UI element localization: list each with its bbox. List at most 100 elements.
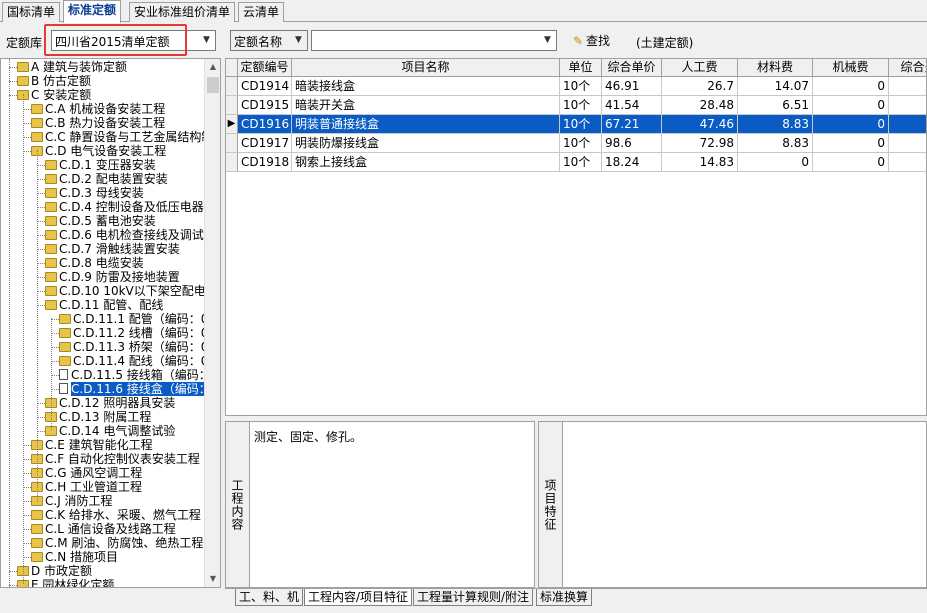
column-header[interactable]: 机械费 bbox=[813, 59, 889, 77]
search-button[interactable]: ✎ 查找 bbox=[570, 32, 610, 50]
table-cell[interactable]: 67.21 bbox=[602, 115, 662, 134]
column-header[interactable]: 综合单价 bbox=[602, 59, 662, 77]
tree-item[interactable]: D 市政定额 bbox=[17, 564, 92, 578]
tree-item[interactable]: C.L 通信设备及线路工程 bbox=[31, 522, 176, 536]
table-cell[interactable]: 0 bbox=[738, 153, 813, 172]
scroll-thumb[interactable] bbox=[207, 77, 219, 93]
row-header[interactable] bbox=[226, 77, 238, 96]
tree-item[interactable]: C.G 通风空调工程 bbox=[31, 466, 142, 480]
library-select[interactable]: 四川省2015清单定额 ▼ bbox=[51, 30, 216, 51]
table-cell[interactable]: 6.51 bbox=[738, 96, 813, 115]
table-cell[interactable]: 10个 bbox=[560, 77, 602, 96]
table-cell[interactable]: 10个 bbox=[560, 134, 602, 153]
tab-standard-quota[interactable]: 标准定额 bbox=[63, 0, 122, 23]
tree-item[interactable]: C.D.11 配管、配线 bbox=[45, 298, 163, 312]
table-cell[interactable]: 47.46 bbox=[662, 115, 738, 134]
tree-item[interactable]: C 安装定额 bbox=[17, 88, 91, 102]
tree-item[interactable]: C.D.11.1 配管（编码：0 bbox=[59, 312, 205, 326]
table-cell[interactable]: 28.48 bbox=[662, 96, 738, 115]
table-cell[interactable]: 明装防爆接线盒 bbox=[292, 134, 560, 153]
table-cell[interactable]: 10 bbox=[889, 115, 926, 134]
tree-item[interactable]: C.D.14 电气调整试验 bbox=[45, 424, 175, 438]
table-cell[interactable]: 8.83 bbox=[738, 134, 813, 153]
search-input[interactable]: ▼ bbox=[311, 30, 557, 51]
tab-industry-standard-list[interactable]: 安业标准组价清单 bbox=[129, 2, 236, 22]
tab-cloud-list[interactable]: 云清单 bbox=[238, 2, 285, 22]
table-cell[interactable]: 6 bbox=[889, 96, 926, 115]
column-header[interactable]: 材料费 bbox=[738, 59, 813, 77]
tree-item[interactable]: C.B 热力设备安装工程 bbox=[31, 116, 165, 130]
table-cell[interactable]: 3 bbox=[889, 153, 926, 172]
column-header[interactable]: 人工费 bbox=[662, 59, 738, 77]
tree-item[interactable]: B 仿古定额 bbox=[17, 74, 91, 88]
tree-item[interactable]: C.D.5 蓄电池安装 bbox=[45, 214, 156, 228]
table-cell[interactable]: 14.83 bbox=[662, 153, 738, 172]
tree-item[interactable]: C.A 机械设备安装工程 bbox=[31, 102, 165, 116]
table-cell[interactable]: 10个 bbox=[560, 96, 602, 115]
table-cell[interactable]: CD1916 bbox=[238, 115, 292, 134]
tree-item[interactable]: C.D.6 电机检查接线及调试 bbox=[45, 228, 204, 242]
tree-item[interactable]: C.D.11.6 接线盒（编码： bbox=[59, 382, 205, 396]
chevron-down-icon[interactable]: ▼ bbox=[290, 31, 307, 50]
tree-item[interactable]: C.D.12 照明器具安装 bbox=[45, 396, 175, 410]
row-header[interactable] bbox=[226, 153, 238, 172]
column-header[interactable]: 项目名称 bbox=[292, 59, 560, 77]
table-cell[interactable]: 6 bbox=[889, 77, 926, 96]
table-cell[interactable]: 16 bbox=[889, 134, 926, 153]
table-cell[interactable]: 0 bbox=[813, 96, 889, 115]
table-cell[interactable]: CD1918 bbox=[238, 153, 292, 172]
tree-item[interactable]: C.D.8 电缆安装 bbox=[45, 256, 144, 270]
table-cell[interactable]: 72.98 bbox=[662, 134, 738, 153]
table-cell[interactable]: 0 bbox=[813, 153, 889, 172]
tree-item[interactable]: C.M 刷油、防腐蚀、绝热工程 bbox=[31, 536, 203, 550]
tree-item[interactable]: C.C 静置设备与工艺金属结构制 bbox=[31, 130, 205, 144]
table-cell[interactable]: 暗装开关盒 bbox=[292, 96, 560, 115]
table-cell[interactable]: 18.24 bbox=[602, 153, 662, 172]
table-cell[interactable]: 钢索上接线盒 bbox=[292, 153, 560, 172]
tab-quantity-rules[interactable]: 工程量计算规则/附注 bbox=[413, 589, 534, 606]
tree-item[interactable]: C.D.1 变压器安装 bbox=[45, 158, 156, 172]
tab-labor-material-machine[interactable]: 工、料、机 bbox=[235, 589, 304, 606]
table-cell[interactable]: CD1914 bbox=[238, 77, 292, 96]
scroll-up-icon[interactable]: ▲ bbox=[205, 59, 220, 75]
column-header[interactable]: 综合费 bbox=[889, 59, 926, 77]
tree-item[interactable]: C.D.11.3 桥架（编码：0 bbox=[59, 340, 205, 354]
row-header[interactable]: ▶ bbox=[226, 115, 238, 134]
tab-national-list[interactable]: 国标清单 bbox=[2, 2, 61, 22]
tree-item[interactable]: C.N 措施项目 bbox=[31, 550, 118, 564]
table-cell[interactable]: 0 bbox=[813, 77, 889, 96]
tab-work-content[interactable]: 工程内容/项目特征 bbox=[304, 589, 413, 606]
table-cell[interactable]: 暗装接线盒 bbox=[292, 77, 560, 96]
tab-standard-conversion[interactable]: 标准换算 bbox=[536, 589, 593, 606]
tree-item[interactable]: C.J 消防工程 bbox=[31, 494, 113, 508]
tree-item[interactable]: C.D.11.4 配线（编码：0 bbox=[59, 354, 205, 368]
table-cell[interactable]: 14.07 bbox=[738, 77, 813, 96]
tree-item[interactable]: A 建筑与装饰定额 bbox=[17, 60, 127, 74]
tree-item[interactable]: C.D.11.5 接线箱（编码： bbox=[59, 368, 205, 382]
tree-item[interactable]: C.K 给排水、采暖、燃气工程 bbox=[31, 508, 201, 522]
row-header[interactable] bbox=[226, 134, 238, 153]
tree-item[interactable]: C.H 工业管道工程 bbox=[31, 480, 142, 494]
table-cell[interactable]: 10个 bbox=[560, 153, 602, 172]
tree-item[interactable]: C.F 自动化控制仪表安装工程 bbox=[31, 452, 200, 466]
table-cell[interactable]: 41.54 bbox=[602, 96, 662, 115]
tree-scrollbar[interactable]: ▲ ▼ bbox=[204, 59, 220, 587]
tree-item[interactable]: C.D.4 控制设备及低压电器安 bbox=[45, 200, 205, 214]
quota-tree[interactable]: A 建筑与装饰定额 B 仿古定额 C 安装定额 C.A 机械设备安装工程 C.B 热力设… bbox=[0, 58, 221, 588]
tree-item[interactable]: C.D.7 滑触线装置安装 bbox=[45, 242, 180, 256]
tree-item[interactable]: C.D.2 配电装置安装 bbox=[45, 172, 168, 186]
tree-item[interactable]: C.D.11.2 线槽（编码：0 bbox=[59, 326, 205, 340]
tree-item[interactable]: C.D 电气设备安装工程 bbox=[31, 144, 166, 158]
column-header[interactable]: 定额编号 bbox=[238, 59, 292, 77]
table-cell[interactable]: 0 bbox=[813, 134, 889, 153]
table-cell[interactable]: CD1917 bbox=[238, 134, 292, 153]
table-cell[interactable]: 10个 bbox=[560, 115, 602, 134]
table-cell[interactable]: 0 bbox=[813, 115, 889, 134]
tree-item[interactable]: C.D.10 10kV以下架空配电线 bbox=[45, 284, 205, 298]
row-header[interactable] bbox=[226, 96, 238, 115]
table-cell[interactable]: 26.7 bbox=[662, 77, 738, 96]
column-header[interactable]: 单位 bbox=[560, 59, 602, 77]
tree-item[interactable]: C.D.13 附属工程 bbox=[45, 410, 151, 424]
tree-item[interactable]: C.D.3 母线安装 bbox=[45, 186, 144, 200]
table-cell[interactable]: 98.6 bbox=[602, 134, 662, 153]
